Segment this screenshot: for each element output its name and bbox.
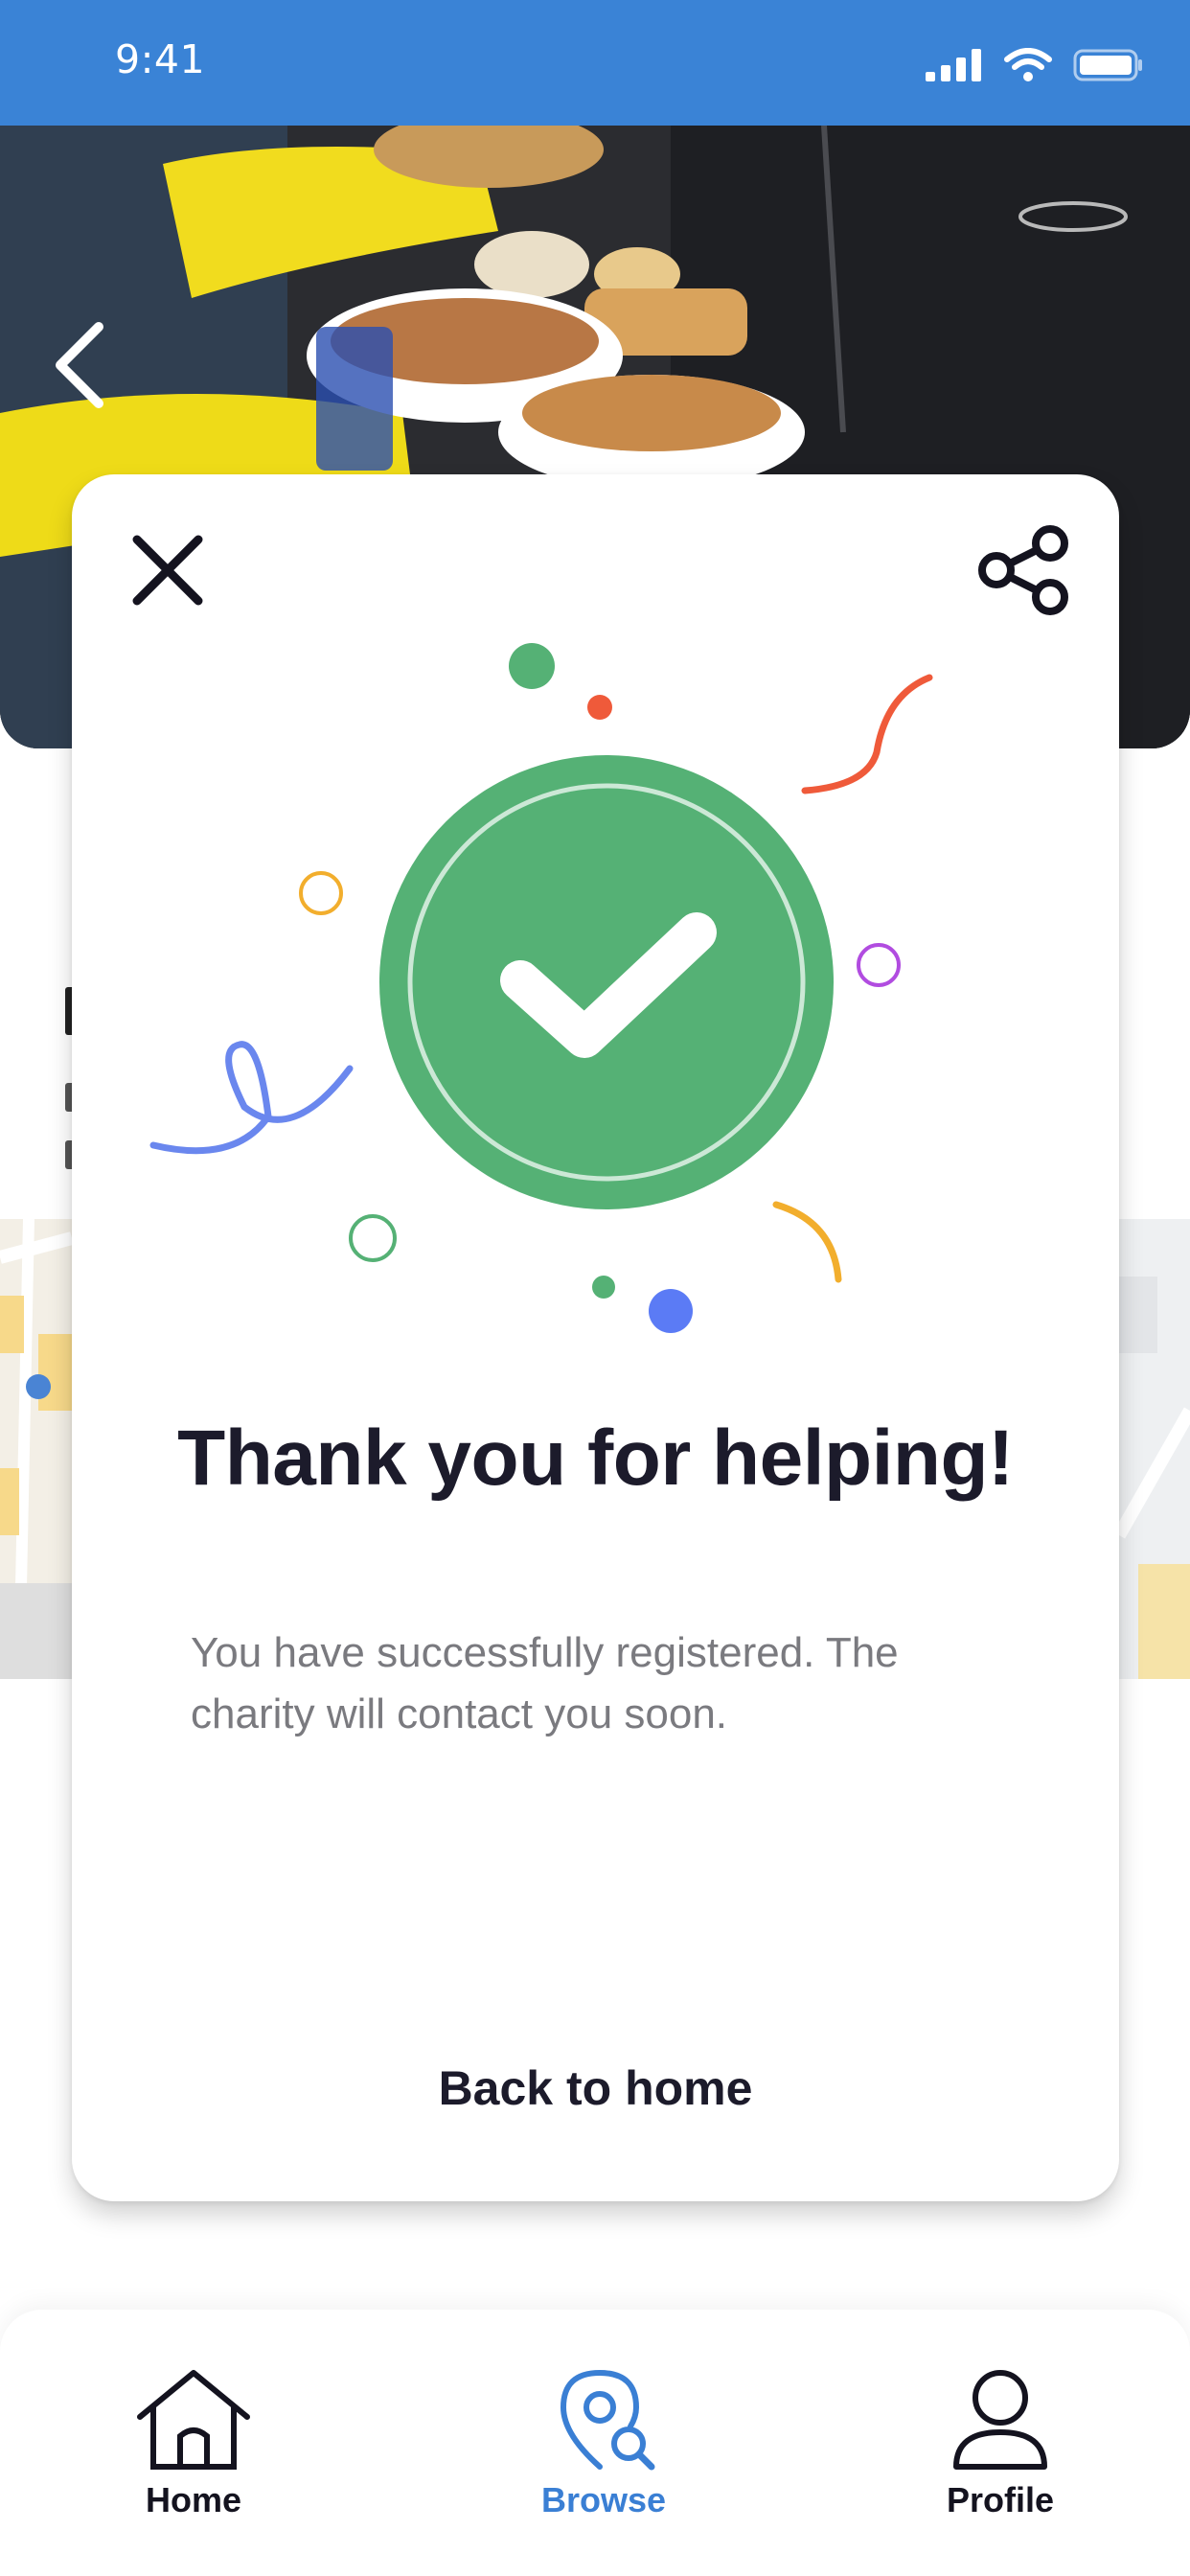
back-to-home-button[interactable]: Back to home: [72, 2060, 1119, 2116]
bottom-navigation: Home Browse Profile: [0, 2310, 1190, 2576]
map-fragment-right: [1119, 1219, 1190, 1679]
status-time: 9:41: [115, 36, 206, 82]
success-title: Thank you for helping!: [177, 1414, 1014, 1502]
nav-home[interactable]: Home: [88, 2367, 299, 2530]
back-button[interactable]: [46, 317, 113, 413]
map-pin-search-icon: [560, 2369, 655, 2471]
close-icon[interactable]: [129, 532, 206, 609]
success-modal: Thank you for helping! You have successf…: [72, 474, 1119, 2201]
person-icon: [953, 2370, 1047, 2470]
checkmark-icon: [379, 755, 834, 1209]
nav-home-label: Home: [145, 2480, 242, 2519]
status-bar: 9:41: [0, 0, 1190, 126]
wifi-icon: [1004, 48, 1052, 81]
share-icon[interactable]: [975, 522, 1071, 618]
home-icon: [137, 2370, 250, 2470]
status-icons: [926, 46, 1144, 84]
nav-profile-label: Profile: [946, 2480, 1055, 2519]
map-fragment-left: [0, 1219, 72, 1679]
success-message: You have successfully registered. The ch…: [191, 1629, 899, 1737]
nav-profile[interactable]: Profile: [895, 2367, 1106, 2530]
nav-browse[interactable]: Browse: [498, 2367, 709, 2530]
battery-icon: [1073, 49, 1142, 81]
nav-browse-label: Browse: [540, 2480, 667, 2519]
cellular-signal-icon: [926, 49, 981, 81]
success-illustration: [149, 643, 933, 1333]
